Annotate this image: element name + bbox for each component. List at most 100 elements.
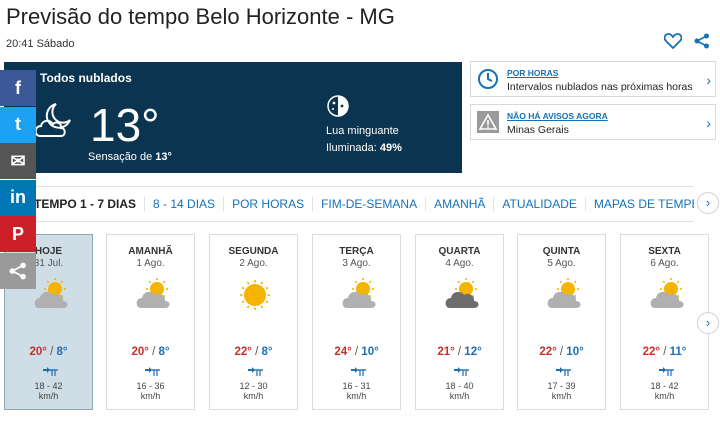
day-temperatures: 22° / 8° [210, 346, 297, 358]
share-share-button[interactable] [0, 252, 36, 289]
tabs-next-button[interactable]: › [697, 192, 719, 214]
pinterest-icon: P [11, 223, 24, 244]
tab-hourly[interactable]: POR HORAS [224, 197, 314, 211]
page-subtitle: 20:41 Sábado [6, 38, 75, 50]
min-temp: 12° [464, 346, 482, 358]
email-share-button[interactable]: ✉ [0, 143, 36, 179]
current-temperature: 13° [90, 99, 160, 151]
tab-news[interactable]: ATUALIDADE [494, 197, 586, 211]
day-date: 1 Ago. [136, 258, 165, 269]
day-temperatures: 21° / 12° [416, 346, 503, 358]
pinterest-share-button[interactable]: P [0, 216, 36, 252]
min-temp: 8° [158, 346, 170, 358]
day-date: 2 Ago. [239, 258, 268, 269]
hourly-card-label[interactable]: POR HORAS [507, 68, 558, 78]
wind-unit: km/h [346, 391, 367, 401]
tab-temperature-maps[interactable]: MAPAS DE TEMPERATURA [586, 197, 694, 211]
share-icon [9, 262, 26, 279]
chevron-right-icon: › [706, 72, 711, 88]
tab-1-7-days[interactable]: TEMPO 1 - 7 DIAS [30, 197, 146, 211]
tab-tomorrow[interactable]: AMANHÃ [426, 197, 495, 211]
max-temp: 22° [234, 346, 252, 358]
day-date: 3 Ago. [342, 258, 371, 269]
max-temp: 22° [642, 346, 661, 358]
illuminated-label: Iluminada: [326, 142, 377, 154]
moon-illuminated: Iluminada: 49% [326, 142, 402, 154]
day-card[interactable]: QUARTA 4 Ago. 21° / 12° 18 - 40 km/h [415, 234, 504, 410]
day-date: 4 Ago. [445, 258, 474, 269]
max-temp: 22° [539, 346, 557, 358]
days-next-button[interactable]: › [697, 312, 719, 334]
heart-icon[interactable] [664, 33, 682, 49]
social-share-bar: f t ✉ in P [0, 70, 36, 289]
min-temp: 10° [361, 346, 379, 358]
partly-cloudy-icon [649, 278, 685, 317]
temp-separator: / [556, 346, 567, 358]
tab-8-14-days[interactable]: 8 - 14 DIAS [145, 197, 225, 211]
current-weather-panel: Todos nublados 13° Sensação de 13° Lua m… [4, 62, 462, 173]
alerts-card[interactable]: NÃO HÁ AVISOS AGORA Minas Gerais › [470, 104, 716, 140]
day-card[interactable]: SEXTA 6 Ago. 22° / 11° 18 - 42 km/h [620, 234, 709, 410]
min-temp: 8° [261, 346, 273, 358]
day-temperatures: 22° / 10° [518, 346, 605, 358]
moon-phase: Lua minguante [326, 125, 399, 137]
day-card[interactable]: QUINTA 5 Ago. 22° / 10° 17 - 39 km/h [517, 234, 606, 410]
day-date: 6 Ago. [650, 258, 679, 269]
day-temperatures: 20° / 8° [107, 346, 194, 358]
alerts-card-label[interactable]: NÃO HÁ AVISOS AGORA [507, 111, 608, 121]
partly-cloudy-icon [33, 278, 69, 317]
clock-icon [477, 68, 499, 90]
feels-label: Sensação de [88, 151, 153, 163]
daily-forecast: HOJE 31 Jul. 20° / 8° 18 - 42 km/h AMANHÃ 1 Ag… [0, 234, 720, 412]
moon-icon [326, 94, 350, 123]
wind-range: 16 - 36 [136, 381, 165, 391]
illuminated-value: 49% [379, 142, 402, 154]
sunny-icon [238, 278, 274, 317]
feels-like: Sensação de 13° [88, 151, 172, 163]
wind-unit: km/h [654, 391, 675, 401]
temp-separator: / [660, 346, 670, 358]
hourly-card-value: Intervalos nublados nas próximas horas [507, 81, 693, 93]
temp-separator: / [351, 346, 362, 358]
max-temp: 21° [437, 346, 455, 358]
day-name: QUINTA [542, 246, 581, 257]
day-temperatures: 20° / 8° [5, 346, 92, 358]
email-icon: ✉ [10, 150, 26, 171]
twitter-share-button[interactable]: t [0, 106, 36, 143]
linkedin-share-button[interactable]: in [0, 179, 36, 216]
wind-unit: km/h [243, 391, 264, 401]
cloudy-icon [444, 278, 480, 317]
facebook-icon: f [15, 77, 21, 98]
wind-unit: km/h [449, 391, 470, 401]
night-cloudy-icon [34, 100, 78, 145]
max-temp: 20° [131, 346, 149, 358]
temp-separator: / [454, 346, 465, 358]
hourly-card[interactable]: POR HORAS Intervalos nublados nas próxim… [470, 61, 716, 97]
chevron-right-icon: › [706, 115, 711, 131]
wind-range: 18 - 40 [445, 381, 474, 391]
min-temp: 11° [669, 346, 687, 358]
facebook-share-button[interactable]: f [0, 70, 36, 106]
day-temperatures: 24° / 10° [313, 346, 400, 358]
day-name: QUARTA [438, 246, 481, 257]
partly-cloudy-icon [546, 278, 582, 317]
wind-unit: km/h [140, 391, 161, 401]
share-icon[interactable] [694, 33, 710, 49]
day-name: TERÇA [339, 246, 374, 257]
tab-weekend[interactable]: FIM-DE-SEMANA [313, 197, 427, 211]
day-date: 5 Ago. [547, 258, 576, 269]
min-temp: 8° [56, 346, 68, 358]
feels-value: 13° [155, 151, 172, 163]
day-card[interactable]: SEGUNDA 2 Ago. 22° / 8° 12 - 30 km/h [209, 234, 298, 410]
day-card[interactable]: AMANHÃ 1 Ago. 20° / 8° 16 - 36 km/h [106, 234, 195, 410]
day-name: AMANHÃ [128, 246, 173, 257]
day-card[interactable]: TERÇA 3 Ago. 24° / 10° 16 - 31 km/h [312, 234, 401, 410]
linkedin-icon: in [10, 187, 26, 207]
day-name: SEXTA [648, 246, 681, 257]
partly-cloudy-icon [341, 278, 377, 317]
partly-cloudy-icon [135, 278, 171, 317]
wind-range: 18 - 42 [650, 381, 679, 391]
forecast-tabs: TEMPO 1 - 7 DIAS 8 - 14 DIAS POR HORAS F… [30, 186, 694, 222]
min-temp: 10° [566, 346, 584, 358]
wind-range: 16 - 31 [342, 381, 371, 391]
